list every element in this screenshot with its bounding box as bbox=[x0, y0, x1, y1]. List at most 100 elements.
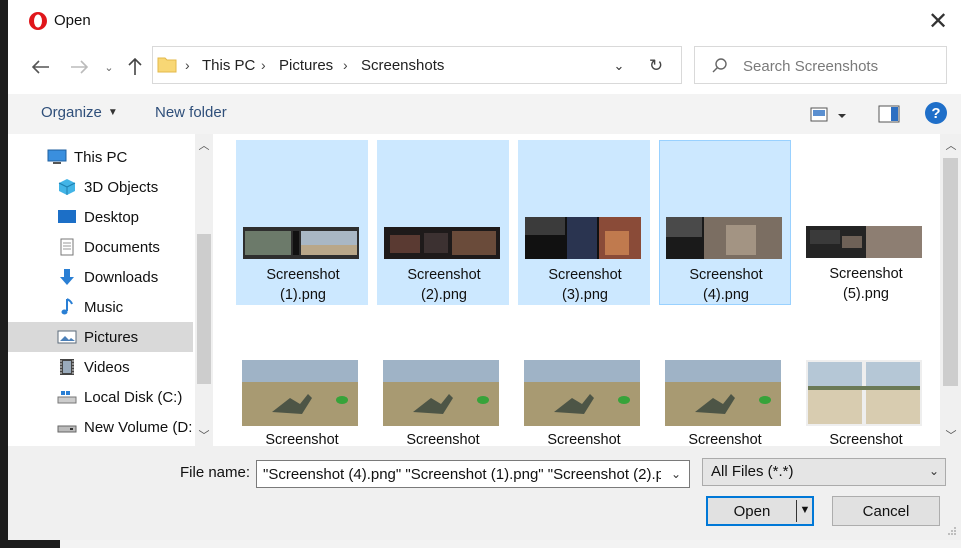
scroll-down-icon[interactable]: ﹀ bbox=[195, 426, 213, 444]
file-name-ext: (2).png bbox=[421, 287, 467, 303]
nav-item-label: Pictures bbox=[84, 328, 139, 346]
pc-icon bbox=[47, 149, 67, 164]
file-item[interactable]: Screenshot (4).png bbox=[659, 140, 791, 305]
nav-item-desktop[interactable]: Desktop bbox=[8, 202, 193, 232]
nav-pane-scrollbar[interactable]: ︿ ﹀ bbox=[195, 134, 213, 446]
open-button-label: Open bbox=[733, 503, 771, 520]
file-thumbnail bbox=[525, 217, 641, 259]
scroll-up-icon[interactable]: ︿ bbox=[195, 136, 213, 154]
address-bar[interactable]: › This PC › Pictures › Screenshots ⌄ ↻ bbox=[152, 46, 682, 84]
window-bottom-edge bbox=[0, 540, 961, 548]
cancel-button[interactable]: Cancel bbox=[832, 496, 940, 526]
close-button[interactable]: ✕ bbox=[923, 6, 953, 36]
preview-pane-icon bbox=[878, 105, 900, 123]
address-dropdown-button[interactable]: ⌄ bbox=[609, 56, 629, 76]
desktop-icon bbox=[58, 210, 76, 223]
nav-item-downloads[interactable]: Downloads bbox=[8, 262, 193, 292]
caret-down-icon[interactable]: ▼ bbox=[798, 504, 812, 516]
breadcrumb-separator: › bbox=[261, 57, 266, 73]
file-item[interactable]: Screenshot (1).png bbox=[236, 140, 368, 305]
file-name: Screenshot bbox=[406, 432, 480, 446]
file-name-ext: (4).png bbox=[703, 287, 749, 303]
forward-button[interactable] bbox=[68, 56, 90, 78]
file-thumbnail bbox=[806, 226, 922, 258]
refresh-button[interactable]: ↻ bbox=[643, 55, 669, 77]
breadcrumb-screenshots[interactable]: Screenshots bbox=[361, 57, 444, 74]
back-button[interactable] bbox=[30, 56, 52, 78]
file-name-combobox[interactable]: ⌄ bbox=[256, 460, 690, 488]
nav-item-this-pc[interactable]: This PC bbox=[8, 142, 193, 172]
search-icon bbox=[712, 58, 727, 73]
search-input[interactable] bbox=[743, 55, 938, 77]
nav-item-videos[interactable]: Videos bbox=[8, 352, 193, 382]
file-name-ext: (1).png bbox=[280, 287, 326, 303]
cancel-button-label: Cancel bbox=[862, 502, 910, 520]
file-name: Screenshot bbox=[407, 267, 481, 283]
chevron-down-icon[interactable]: ⌄ bbox=[667, 465, 685, 483]
nav-item-pictures[interactable]: Pictures bbox=[8, 322, 193, 352]
scroll-up-icon[interactable]: ︿ bbox=[942, 136, 960, 154]
view-options-icon bbox=[810, 107, 846, 122]
change-view-button[interactable] bbox=[810, 105, 850, 125]
new-folder-label: New folder bbox=[155, 104, 227, 121]
file-name-ext: (3).png bbox=[562, 287, 608, 303]
preview-pane-button[interactable] bbox=[878, 105, 900, 123]
document-icon bbox=[60, 238, 74, 256]
file-list-scrollbar[interactable]: ︿ ﹀ bbox=[940, 134, 961, 446]
file-item[interactable]: Screenshot bbox=[800, 354, 932, 446]
file-thumbnail bbox=[243, 227, 359, 259]
nav-item-3d-objects[interactable]: 3D Objects bbox=[8, 172, 193, 202]
new-folder-button[interactable]: New folder bbox=[155, 104, 227, 121]
organize-button[interactable]: Organize ▼ bbox=[41, 104, 118, 121]
file-item[interactable]: Screenshot (3).png bbox=[518, 140, 650, 305]
search-box[interactable] bbox=[694, 46, 947, 84]
caret-down-icon: ▼ bbox=[107, 107, 118, 118]
open-button[interactable]: Open ▼ bbox=[706, 496, 814, 526]
breadcrumb-pictures[interactable]: Pictures bbox=[279, 57, 333, 74]
folder-icon bbox=[157, 57, 177, 73]
nav-item-documents[interactable]: Documents bbox=[8, 232, 193, 262]
title-bar: Open ✕ bbox=[8, 0, 961, 42]
chevron-down-icon: ⌄ bbox=[104, 61, 114, 74]
nav-item-new-volume[interactable]: New Volume (D: bbox=[8, 412, 193, 442]
cube-icon bbox=[58, 179, 76, 195]
file-thumbnail bbox=[806, 360, 922, 426]
file-item[interactable]: Screenshot bbox=[377, 354, 509, 446]
breadcrumb-this-pc[interactable]: This PC bbox=[202, 57, 255, 74]
file-name-ext: (5).png bbox=[843, 286, 889, 302]
file-name: Screenshot bbox=[265, 432, 339, 446]
file-list: Screenshot (1).png Screenshot (2).png Sc… bbox=[215, 134, 940, 446]
file-name: Screenshot bbox=[547, 432, 621, 446]
nav-item-label: New Volume (D: bbox=[84, 418, 193, 436]
nav-item-music[interactable]: Music bbox=[8, 292, 193, 322]
file-name: Screenshot bbox=[829, 432, 903, 446]
nav-item-label: 3D Objects bbox=[84, 178, 159, 196]
file-item[interactable]: Screenshot (5).png bbox=[800, 140, 932, 305]
file-type-select[interactable]: All Files (*.*) ⌄ bbox=[702, 458, 946, 486]
file-thumbnail bbox=[242, 360, 358, 426]
recent-locations-button[interactable]: ⌄ bbox=[98, 56, 120, 78]
open-dialog: Open ✕ ⌄ › This PC › Pictures › Screensh… bbox=[0, 0, 961, 548]
file-name: Screenshot bbox=[266, 267, 340, 283]
nav-item-label: Desktop bbox=[84, 208, 140, 226]
file-thumbnail bbox=[524, 360, 640, 426]
scroll-down-icon[interactable]: ﹀ bbox=[942, 426, 960, 444]
file-item[interactable]: Screenshot bbox=[236, 354, 368, 446]
file-item[interactable]: Screenshot bbox=[518, 354, 650, 446]
file-thumbnail bbox=[665, 360, 781, 426]
up-button[interactable] bbox=[124, 56, 146, 78]
up-arrow-icon bbox=[128, 58, 142, 75]
resize-grip-icon[interactable] bbox=[947, 526, 957, 536]
window-bottom-edge-dark bbox=[0, 540, 60, 548]
file-scroll-thumb[interactable] bbox=[943, 158, 958, 386]
opera-logo-icon bbox=[29, 12, 47, 30]
file-item[interactable]: Screenshot (2).png bbox=[377, 140, 509, 305]
file-item[interactable]: Screenshot bbox=[659, 354, 791, 446]
nav-item-label: This PC bbox=[74, 148, 128, 166]
help-button[interactable]: ? bbox=[925, 102, 947, 124]
refresh-icon: ↻ bbox=[648, 56, 664, 75]
file-name-field[interactable] bbox=[263, 464, 661, 484]
nav-scroll-thumb[interactable] bbox=[197, 234, 211, 384]
nav-item-local-disk[interactable]: Local Disk (C:) bbox=[8, 382, 193, 412]
nav-item-label: Videos bbox=[84, 358, 130, 376]
